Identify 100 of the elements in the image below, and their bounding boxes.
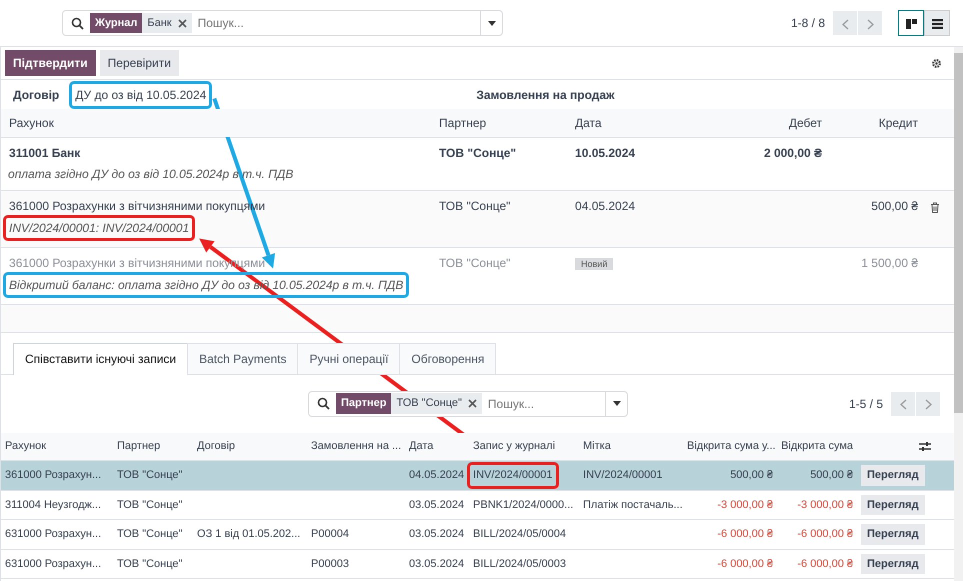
credit-amount: 500,00 ₴	[871, 198, 918, 212]
column-header: Дебет	[677, 109, 830, 137]
tab[interactable]: Обговорення	[399, 342, 496, 374]
table-cell: ТОВ "Сонце"	[117, 528, 182, 540]
table-cell: -6 000,00 ₴	[797, 558, 854, 570]
date-value: 10.05.2024	[575, 146, 636, 160]
table-cell: -6 000,00 ₴	[797, 528, 854, 540]
table-cell: BILL/2024/05/0003	[473, 558, 566, 570]
scrollbar[interactable]	[954, 47, 963, 581]
table-cell: 03.05.2024	[409, 528, 464, 540]
chevron-left-icon	[842, 18, 848, 30]
trash-icon[interactable]	[930, 202, 940, 213]
column-header: Відкрита сума у...	[683, 432, 778, 460]
table-cell: ОЗ 1 від 01.05.202...	[197, 528, 300, 540]
view-button[interactable]: Перегляд	[861, 554, 925, 574]
table-cell: 631000 Розрахун...	[5, 528, 102, 540]
search-icon	[71, 16, 84, 30]
search-field[interactable]: Журнал Банк Пошук...	[62, 10, 503, 36]
view-button[interactable]: Перегляд	[861, 465, 925, 486]
filter-facet[interactable]: Банк	[142, 12, 192, 34]
table-cell: 03.05.2024	[409, 558, 464, 570]
table-cell: ТОВ "Сонце"	[117, 558, 182, 570]
column-header: Відкрита сума	[777, 432, 858, 460]
credit-amount: 1 500,00 ₴	[861, 256, 918, 270]
list-view-icon	[930, 18, 944, 30]
confirm-button[interactable]: Підтвердити	[5, 50, 96, 76]
column-header: Мітка	[579, 432, 684, 460]
table-cell: P00003	[311, 558, 349, 570]
search-icon	[317, 397, 330, 410]
column-header: Дата	[567, 109, 678, 137]
next-button[interactable]	[916, 392, 940, 416]
column-header: Партнер	[113, 432, 194, 460]
column-header: Договір	[193, 432, 308, 460]
column-settings-icon[interactable]	[919, 440, 932, 452]
table-cell: 500,00 ₴	[730, 469, 774, 481]
table-cell: -3 000,00 ₴	[717, 498, 774, 510]
line-label: оплата згідно ДУ до оз від 10.05.2024р в т.ч. ПДВ	[7, 166, 294, 182]
chevron-left-icon	[900, 399, 907, 410]
table-cell: ТОВ "Сонце"	[117, 469, 182, 481]
filter-facet[interactable]: ТОВ "Сонце"	[391, 393, 482, 414]
chevron-right-icon	[924, 399, 932, 410]
partner-name: ТОВ "Сонце"	[439, 256, 510, 270]
column-header: Партнер	[431, 109, 568, 137]
pager-value: 1-5 / 5	[848, 396, 884, 412]
table-row[interactable]: 361000 Розрахун... ТОВ "Сонце" 04.05.2024 INV/2024/00001 INV/2024/00001 500,00 ₴ 500,00 ₴ Перегляд	[1, 460, 954, 490]
caret-icon[interactable]	[488, 20, 496, 26]
view-button[interactable]: Перегляд	[861, 494, 925, 515]
tab[interactable]: Ручні операції	[297, 342, 400, 374]
pager-value: 1-8 / 8	[790, 15, 825, 32]
field-label: Договір	[13, 86, 60, 104]
previous-button[interactable]	[891, 392, 916, 416]
table-cell: Платіж постачаль...	[583, 498, 683, 510]
chevron-right-icon	[866, 18, 874, 30]
facet-value: ТОВ "Сонце"	[396, 396, 462, 412]
table-cell: INV/2024/00001	[467, 462, 559, 488]
table-cell: ТОВ "Сонце"	[117, 498, 182, 510]
line-label: INV/2024/00001: INV/2024/00001	[3, 214, 196, 240]
table-cell: -6 000,00 ₴	[717, 558, 774, 570]
table-cell: -6 000,00 ₴	[717, 528, 774, 540]
settings-icon[interactable]	[931, 58, 942, 68]
account-name: 311001 Банк	[9, 144, 82, 162]
close-icon[interactable]	[178, 18, 187, 28]
status-badge: Новий	[575, 258, 614, 270]
caret-icon[interactable]	[612, 401, 621, 406]
column-header: Запис у журналі	[469, 432, 580, 460]
column-header: Кредит	[830, 109, 926, 137]
table-cell: 631000 Розрахун...	[5, 558, 102, 570]
facet-label: Партнер	[336, 393, 392, 414]
date-value: 04.05.2024	[575, 198, 636, 212]
table-cell: 361000 Розрахун...	[5, 469, 102, 481]
table-cell: BILL/2024/05/0004	[473, 528, 566, 540]
search-field[interactable]: Партнер ТОВ "Сонце" Пошук...	[308, 390, 628, 416]
kanban-view-icon	[904, 18, 918, 30]
column-header: Дата	[405, 432, 470, 460]
facet-label: Журнал	[90, 12, 142, 34]
table-cell: 03.05.2024	[409, 498, 464, 510]
tab[interactable]: Batch Payments	[187, 342, 298, 374]
tab[interactable]: Співставити існуючі записи	[13, 342, 188, 374]
table-cell: 500,00 ₴	[810, 469, 854, 481]
table-cell: -3 000,00 ₴	[797, 498, 854, 510]
check-button[interactable]: Перевірити	[100, 50, 179, 76]
table-cell: P00004	[311, 528, 349, 540]
column-header: Рахунок	[1, 109, 432, 137]
table-cell: PBNK1/2024/0000...	[473, 498, 574, 510]
table-row[interactable]: 631000 Розрахун... ТОВ "Сонце" P00003 03.05.2024 BILL/2024/05/0003 -6 000,00 ₴ -6 000,00 ₴ Перегляд	[1, 549, 954, 578]
table-row[interactable]: 311004 Неузгодж... ТОВ "Сонце" 03.05.2024 PBNK1/2024/0000... Платіж постачаль... -3 000,00 ₴ -3 000,00 ₴ Перегляд	[1, 490, 954, 520]
field-label: Замовлення на продаж	[476, 86, 615, 104]
table-cell: 311004 Неузгодж...	[5, 498, 102, 510]
view-toggle-button[interactable]	[898, 10, 924, 36]
column-header: Замовлення на ...	[307, 432, 406, 460]
contract-field[interactable]: ДУ до оз від 10.05.2024	[69, 80, 212, 108]
view-button[interactable]: Перегляд	[861, 524, 925, 544]
table-row[interactable]: 631000 Розрахун... ТОВ "Сонце" ОЗ 1 від 01.05.202... P00004 03.05.2024 BILL/2024/05/0004 -6 000,00 ₴ -6 000,00 ₴ Перегляд	[1, 520, 954, 549]
table-cell: 04.05.2024	[409, 469, 464, 481]
column-header: Рахунок	[1, 432, 114, 460]
close-icon[interactable]	[468, 399, 477, 408]
debit-amount: 2 000,00 ₴	[764, 146, 822, 160]
partner-name: ТОВ "Сонце"	[439, 146, 516, 160]
facet-value: Банк	[147, 16, 172, 31]
table-cell: INV/2024/00001	[583, 469, 663, 481]
